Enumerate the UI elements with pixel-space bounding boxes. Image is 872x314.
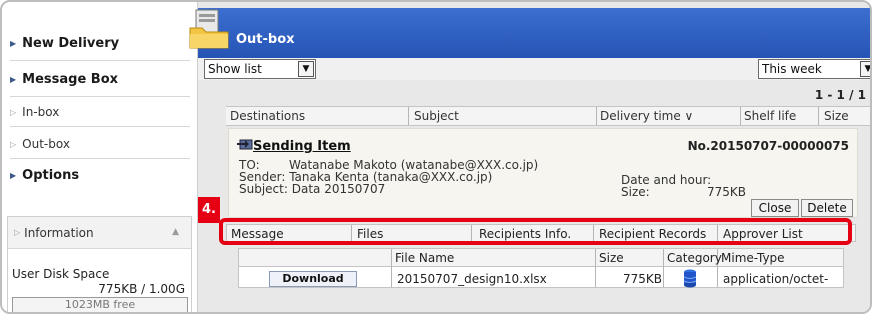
column-size[interactable]: Size <box>824 109 849 123</box>
sidebar-item-label: Message Box <box>22 72 119 87</box>
dropdown-arrow-icon[interactable]: ▼ <box>860 61 870 77</box>
column-divider <box>663 249 664 287</box>
callout-highlight-box <box>219 218 852 245</box>
dropdown-arrow-icon[interactable]: ▼ <box>298 61 314 77</box>
triangle-right-icon: ▷ <box>10 139 17 149</box>
disk-free-bar: 1023MB free <box>12 297 188 312</box>
subject-value: Data 20150707 <box>291 182 386 196</box>
file-name-cell: 20150707_design10.xlsx <box>397 272 547 286</box>
triangle-right-icon: ▶ <box>10 171 17 180</box>
envelope-arrow-icon <box>237 139 253 150</box>
main-panel: Out-box Show list ▼ This week ▼ 1 - 1 / … <box>189 2 870 312</box>
collapse-up-icon[interactable]: ▲ <box>172 227 179 237</box>
size-value: 775KB <box>707 185 747 199</box>
column-delivery-time[interactable]: Delivery time ∨ <box>600 109 693 123</box>
information-label: Information <box>24 225 94 240</box>
column-divider <box>596 107 597 125</box>
view-select-value: Show list <box>208 62 262 76</box>
close-button[interactable]: Close <box>751 199 799 217</box>
files-col-size: Size <box>599 251 624 265</box>
triangle-right-icon: ▶ <box>10 75 17 84</box>
page-title: Out-box <box>236 32 295 47</box>
sidebar-item-message-box[interactable]: ▶ Message Box <box>10 72 190 87</box>
sidebar-item-out-box[interactable]: ▷ Out-box <box>10 137 190 151</box>
outbox-folder-icon <box>189 9 229 49</box>
sidebar-item-label: Out-box <box>22 137 70 151</box>
item-number: No.20150707-00000075 <box>687 139 849 153</box>
sending-item-card: Sending Item No.20150707-00000075 TO: Wa… <box>228 128 858 218</box>
divider <box>10 96 190 97</box>
column-destinations[interactable]: Destinations <box>230 109 305 123</box>
column-divider <box>595 249 596 287</box>
divider <box>10 158 190 159</box>
callout-number-badge: 4. <box>198 197 220 223</box>
column-shelf-life[interactable]: Shelf life <box>744 109 796 123</box>
list-column-header: Destinations Subject Delivery time ∨ She… <box>226 106 870 126</box>
column-divider <box>740 107 741 125</box>
item-title[interactable]: Sending Item <box>253 139 351 154</box>
subject-line: Subject: Data 20150707 <box>239 183 385 195</box>
file-size-cell: 775KB <box>623 272 663 286</box>
period-select-value: This week <box>762 62 822 76</box>
sidebar-item-options[interactable]: ▶ Options <box>10 168 190 183</box>
information-header[interactable]: ▷ Information ▲ <box>8 217 191 249</box>
triangle-right-icon: ▶ <box>10 39 17 48</box>
sidebar: ▶ New Delivery ▶ Message Box ▷ In-box ▷ … <box>2 2 198 312</box>
title-bar: Out-box <box>189 8 870 58</box>
divider <box>10 126 190 127</box>
download-button[interactable]: Download <box>269 271 357 287</box>
files-col-category: Category <box>667 251 722 265</box>
files-col-mime-type: Mime-Type <box>721 251 785 265</box>
triangle-right-icon: ▷ <box>10 107 17 117</box>
subject-label: Subject: <box>239 182 288 196</box>
delete-button[interactable]: Delete <box>801 199 853 217</box>
size-label: Size: <box>621 185 650 199</box>
column-divider <box>408 107 409 125</box>
period-select[interactable]: This week ▼ <box>758 59 870 79</box>
disk-space-label: User Disk Space <box>12 267 110 281</box>
divider <box>10 60 190 61</box>
app-window: ▶ New Delivery ▶ Message Box ▷ In-box ▷ … <box>0 0 872 314</box>
column-subject[interactable]: Subject <box>414 109 459 123</box>
disk-usage-value: 775KB / 1.00G <box>98 282 185 296</box>
sidebar-item-label: New Delivery <box>22 36 120 51</box>
column-divider <box>818 107 819 125</box>
triangle-right-icon: ▷ <box>14 228 21 237</box>
files-col-file-name: File Name <box>395 251 455 265</box>
files-table: File Name Size Category Mime-Type Downlo… <box>238 248 844 288</box>
information-panel: ▷ Information ▲ User Disk Space 775KB / … <box>7 216 192 312</box>
view-select[interactable]: Show list ▼ <box>204 59 316 79</box>
mime-type-cell: application/octet- <box>723 272 829 286</box>
pagination-counter: 1 - 1 / 1 <box>814 88 866 102</box>
sidebar-item-label: Options <box>22 168 80 183</box>
sidebar-item-new-delivery[interactable]: ▶ New Delivery <box>10 36 190 51</box>
column-divider <box>391 249 392 287</box>
toolbar: Show list ▼ This week ▼ <box>198 58 870 80</box>
sidebar-item-in-box[interactable]: ▷ In-box <box>10 105 190 119</box>
sidebar-item-label: In-box <box>22 105 60 119</box>
database-icon <box>683 269 697 288</box>
